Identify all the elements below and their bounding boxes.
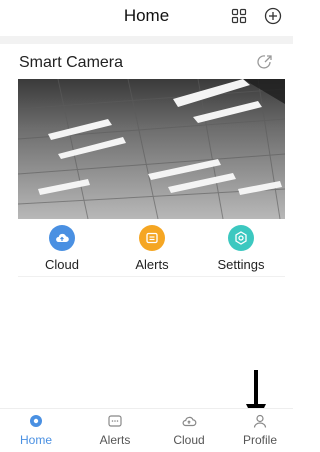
header-separator [0, 36, 293, 44]
grid-icon [231, 8, 247, 24]
settings-icon [228, 225, 254, 251]
nav-item-home[interactable]: Home [6, 413, 66, 447]
add-device-button[interactable] [264, 7, 282, 25]
share-button[interactable] [256, 53, 274, 71]
share-icon [257, 55, 272, 69]
nav-label-cloud: Cloud [173, 433, 205, 447]
cloud-action-button[interactable]: Cloud [27, 225, 97, 272]
top-bar: Home [0, 0, 293, 36]
alerts-action-button[interactable]: Alerts [117, 225, 187, 272]
device-card[interactable]: Smart Camera Cloud Alerts Settings [0, 44, 293, 276]
alerts-icon [108, 415, 122, 427]
page-title: Home [123, 6, 170, 25]
nav-label-alerts: Alerts [99, 433, 131, 447]
bottom-navigation: Home Alerts Cloud Profile [0, 408, 293, 452]
device-name: Smart Camera [19, 54, 124, 71]
home-icon [30, 415, 42, 427]
profile-icon [253, 414, 267, 428]
settings-action-button[interactable]: Settings [206, 225, 276, 272]
camera-live-preview[interactable] [18, 79, 285, 219]
cloud-icon [49, 225, 75, 251]
cloud-icon [182, 416, 197, 427]
card-divider [18, 276, 285, 277]
nav-label-home: Home [19, 433, 52, 447]
plus-circle-icon [264, 7, 282, 25]
app-screen: Home Smart Camera Cloud Alerts Settings … [0, 0, 293, 452]
nav-item-cloud[interactable]: Cloud [159, 413, 219, 447]
cloud-action-label: Cloud [45, 257, 79, 272]
grid-view-button[interactable] [231, 8, 247, 24]
alerts-icon [139, 225, 165, 251]
nav-label-profile: Profile [242, 433, 277, 447]
settings-action-label: Settings [217, 257, 265, 272]
camera-feed-image [18, 79, 285, 219]
nav-item-alerts[interactable]: Alerts [85, 413, 145, 447]
alerts-action-label: Alerts [135, 257, 169, 272]
nav-item-profile[interactable]: Profile [230, 413, 290, 447]
device-actions: Cloud Alerts Settings [0, 225, 293, 275]
